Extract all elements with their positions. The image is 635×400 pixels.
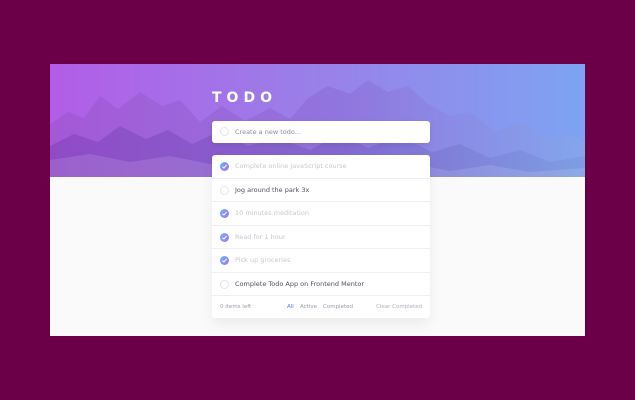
todo-item[interactable]: 10 minutes meditation: [212, 202, 430, 226]
clear-completed-button[interactable]: Clear Completed: [376, 296, 422, 318]
app-title: TODO: [212, 90, 277, 106]
check-icon: [222, 164, 227, 169]
check-icon: [222, 258, 227, 263]
new-todo-circle-icon: [220, 127, 229, 136]
moon-icon[interactable]: [416, 93, 428, 105]
todo-item[interactable]: Pick up groceries: [212, 249, 430, 273]
todo-checkbox[interactable]: [220, 256, 229, 265]
new-todo-input[interactable]: [235, 125, 415, 139]
todo-checkbox[interactable]: [220, 185, 229, 195]
todo-text: Pick up groceries: [235, 256, 291, 264]
todo-item[interactable]: Read for 1 hour: [212, 226, 430, 249]
filter-active[interactable]: Active: [300, 296, 317, 318]
todo-item[interactable]: Jog around the park 3x: [212, 179, 430, 202]
todo-text: Read for 1 hour: [235, 232, 286, 241]
todo-checkbox[interactable]: [220, 232, 229, 242]
filter-all[interactable]: All: [287, 296, 294, 318]
check-icon: [222, 235, 227, 240]
todo-text: Complete Todo App on Frontend Mentor: [235, 279, 365, 288]
todo-text: Jog around the park 3x: [235, 185, 310, 194]
new-todo-field[interactable]: [212, 121, 430, 143]
todo-item[interactable]: Complete Todo App on Frontend Mentor: [212, 273, 430, 296]
todo-item[interactable]: Complete online JavaScript course: [212, 155, 430, 179]
todo-checkbox[interactable]: [220, 209, 229, 218]
todo-checkbox[interactable]: [220, 162, 229, 171]
todo-footer: 0 items left All Active Completed Clear …: [212, 296, 430, 318]
todo-text: 10 minutes meditation: [235, 209, 309, 217]
todo-list: Complete online JavaScript course Jog ar…: [212, 155, 430, 318]
check-icon: [222, 211, 227, 216]
items-left-count: 0 items left: [220, 304, 252, 310]
todo-checkbox[interactable]: [220, 279, 229, 289]
filter-completed[interactable]: Completed: [323, 296, 353, 318]
todo-text: Complete online JavaScript course: [235, 162, 347, 170]
todo-app: TODO Complete online JavaScript course J…: [50, 64, 585, 336]
